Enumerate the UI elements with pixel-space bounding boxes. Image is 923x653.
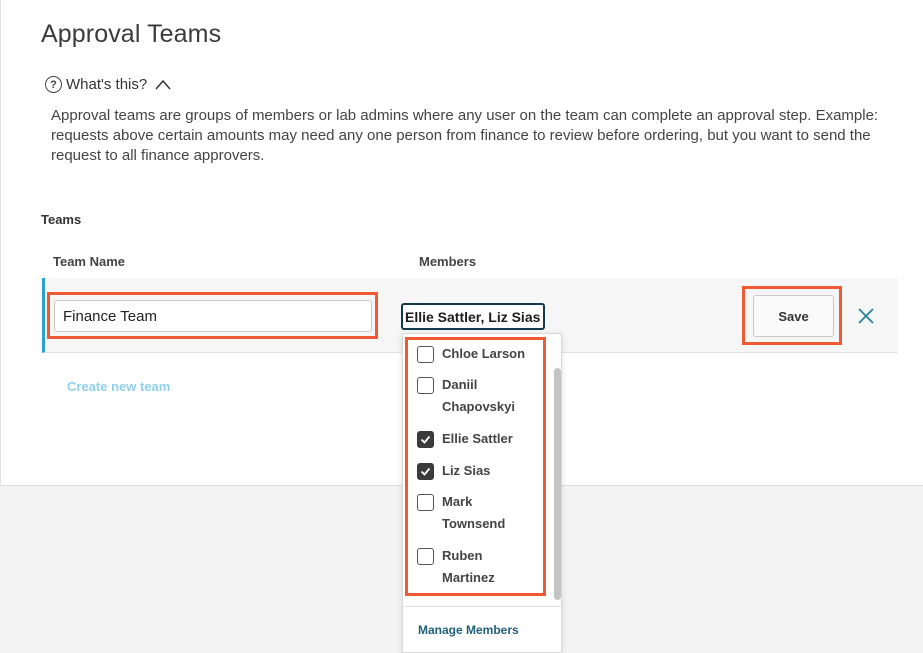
- highlight-member-list: [405, 337, 546, 596]
- page-title: Approval Teams: [41, 20, 222, 48]
- highlight-save: [742, 286, 842, 345]
- dropdown-scrollbar[interactable]: [554, 368, 561, 600]
- whats-this-toggle[interactable]: ? What's this?: [45, 76, 171, 93]
- column-header-members: Members: [419, 254, 477, 269]
- whats-this-label: What's this?: [66, 76, 148, 93]
- close-icon[interactable]: [855, 305, 877, 327]
- highlight-team-name: [47, 292, 378, 339]
- create-new-team-link[interactable]: Create new team: [67, 379, 170, 394]
- chevron-up-icon: [155, 79, 171, 89]
- help-description: Approval teams are groups of members or …: [51, 107, 879, 164]
- manage-members-link[interactable]: Manage Members: [418, 623, 519, 637]
- members-select[interactable]: Ellie Sattler, Liz Sias: [401, 303, 545, 330]
- dropdown-divider: [403, 606, 561, 607]
- teams-section-label: Teams: [41, 212, 82, 227]
- question-circle-icon: ?: [45, 76, 62, 93]
- column-header-team-name: Team Name: [53, 254, 126, 269]
